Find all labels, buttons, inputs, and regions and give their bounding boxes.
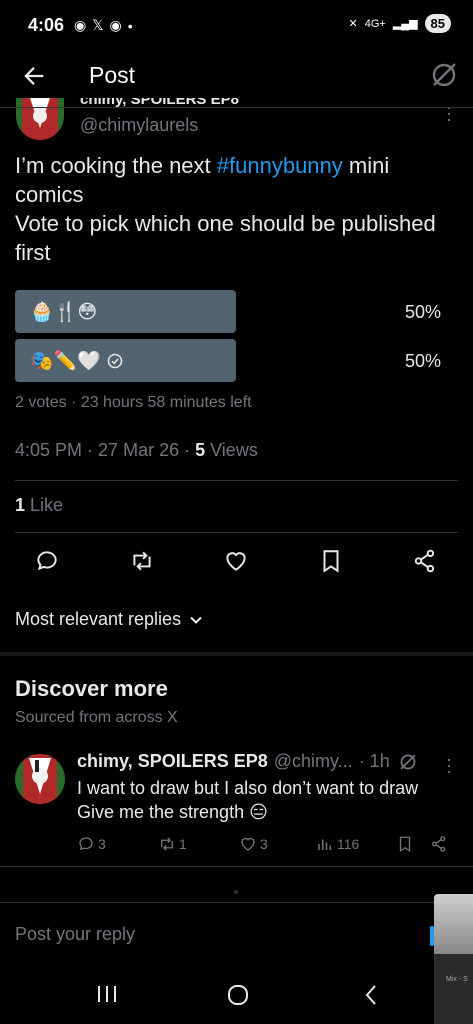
discover-repost-button[interactable]: 1	[158, 835, 187, 853]
back-arrow-icon[interactable]	[20, 62, 48, 90]
discover-like-button[interactable]: 3	[239, 835, 268, 853]
status-time: 4:06	[28, 15, 65, 35]
reply-icon-small	[79, 837, 93, 851]
dot-icon: •	[127, 17, 133, 34]
notification-icons: ◉ 𝕏 ◉ •	[74, 17, 133, 34]
discover-title: Discover more	[15, 676, 168, 701]
media-thumbnail[interactable]: Mix - S	[434, 894, 473, 1024]
more-options-icon-2[interactable]: · · ·	[446, 750, 452, 780]
divider	[15, 532, 458, 533]
network-label: 4G+	[364, 17, 386, 30]
header-divider	[0, 107, 473, 108]
status-right: ✕ 4G+ ▂▄▆ 85	[348, 14, 451, 33]
chevron-down-icon	[189, 613, 203, 627]
divider	[15, 480, 458, 481]
grok-icon-small[interactable]	[398, 752, 418, 772]
bookmark-icon-small	[399, 836, 411, 853]
discover-post-text: I want to draw but I also don’t want to …	[77, 778, 419, 822]
discover-subtitle: Sourced from across X	[15, 709, 178, 726]
status-bar: 4:06 ◉ 𝕏 ◉ • ✕ 4G+ ▂▄▆ 85	[0, 0, 473, 50]
voted-check-icon	[107, 353, 123, 369]
discord-icon-2: ◉	[109, 17, 122, 33]
page-title: Post	[89, 62, 136, 88]
author-handle[interactable]: @chimylaurels	[80, 115, 198, 136]
share-icon-small	[431, 836, 446, 852]
replies-sort-label: Most relevant replies	[15, 609, 182, 629]
thumbnail-text: Mix - S	[446, 976, 468, 983]
repost-icon[interactable]	[129, 548, 155, 574]
scroll-dot	[234, 890, 238, 894]
like-icon-small	[241, 837, 255, 851]
system-back-icon[interactable]	[362, 984, 380, 1006]
poll-option-2-label: 🎭✏️🤍	[30, 349, 123, 373]
mute-icon: ✕	[348, 18, 358, 30]
recent-apps-icon[interactable]	[96, 984, 118, 1004]
discover-reply-button[interactable]: 3	[77, 835, 106, 853]
poll-option-2-percent: 50%	[404, 351, 441, 371]
signal-icon: ▂▄▆	[392, 18, 418, 30]
reply-icon[interactable]	[34, 548, 60, 574]
discover-views-button[interactable]: 116	[316, 835, 359, 853]
discover-post-name: chimy, SPOILERS EP8	[77, 751, 268, 771]
divider	[0, 902, 473, 903]
discover-bookmark-button[interactable]	[396, 835, 414, 853]
discover-post-age: · 1h	[358, 751, 390, 771]
post-text: I’m cooking the next #funnybunny mini co…	[15, 153, 436, 265]
thumbnail-image	[434, 894, 473, 954]
poll-option-1-percent: 50%	[404, 302, 441, 322]
divider	[0, 866, 473, 867]
home-icon[interactable]	[227, 984, 249, 1006]
poll-meta: 2 votes · 23 hours 58 minutes left	[15, 394, 252, 411]
views-icon	[318, 839, 331, 850]
discover-share-button[interactable]	[430, 835, 448, 853]
bookmark-icon[interactable]	[318, 548, 344, 574]
repost-icon-small	[161, 837, 173, 851]
discord-icon: ◉	[74, 17, 87, 33]
discover-post-header[interactable]: chimy, SPOILERS EP8 @chimy... · 1h	[77, 751, 390, 772]
like-icon[interactable]	[223, 548, 249, 574]
replies-sort-dropdown[interactable]: Most relevant replies	[15, 609, 203, 630]
section-divider	[0, 652, 473, 656]
hashtag-link[interactable]: #funnybunny	[217, 153, 343, 178]
poll-option-1-label: 🧁🍴😳	[30, 302, 98, 323]
author-avatar[interactable]	[16, 98, 64, 140]
likes-count[interactable]: 1 Like	[15, 495, 63, 516]
reply-input[interactable]: Post your reply	[15, 924, 135, 945]
discover-post-handle: @chimy...	[273, 751, 353, 771]
share-icon[interactable]	[412, 548, 438, 574]
post-timestamp: 4:05 PM · 27 Mar 26 · 5 Views	[15, 440, 258, 460]
grok-icon[interactable]	[429, 60, 459, 90]
discover-post-avatar[interactable]	[15, 754, 65, 804]
x-logo-icon: 𝕏	[92, 17, 104, 33]
battery-badge: 85	[424, 14, 451, 33]
